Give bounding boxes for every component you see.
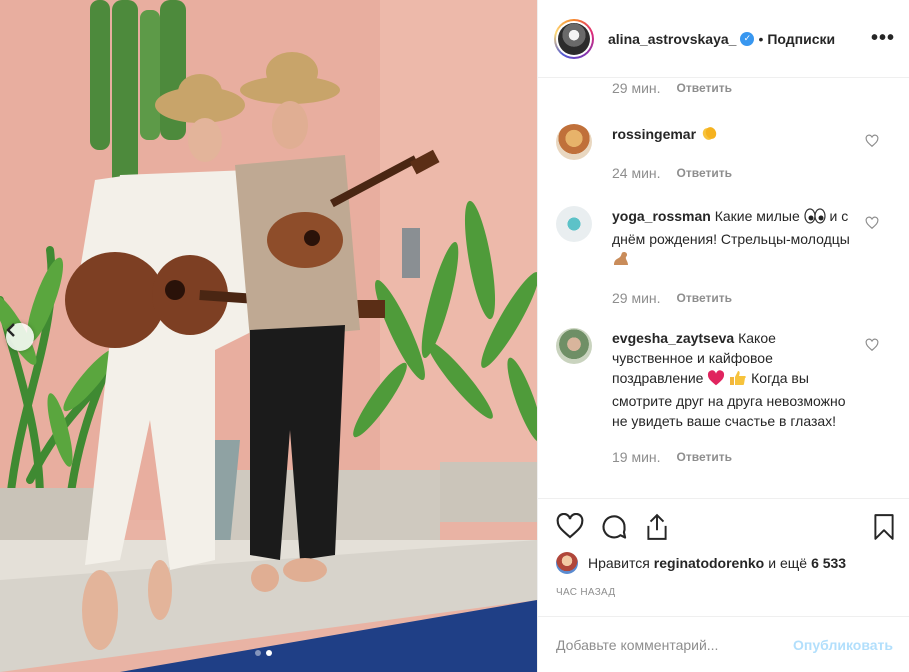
carousel-dot-active: [266, 650, 272, 656]
red-heart-icon: [707, 370, 725, 391]
chevron-left-icon: [6, 323, 15, 337]
comment-item: rossingemar 24 мин. Ответить: [556, 124, 909, 183]
commenter-username[interactable]: rossingemar: [612, 126, 696, 142]
likes-summary: Нравится reginatodorenko и ещё 6 533: [556, 552, 850, 574]
flexed-biceps-icon: [612, 251, 630, 272]
commenter-avatar[interactable]: [556, 124, 592, 160]
reply-button[interactable]: Ответить: [677, 447, 732, 467]
comment-text: Какие милые: [714, 208, 800, 224]
liker-avatar[interactable]: [556, 552, 578, 574]
comment-meta: 29 мин. Ответить: [612, 80, 732, 96]
post-timestamp[interactable]: ЧАС НАЗАД: [556, 587, 615, 598]
comment-item: evgesha_zaytseva Какое чувственное и кай…: [556, 328, 909, 467]
commenter-avatar[interactable]: [556, 328, 592, 364]
photo-illustration: [0, 0, 537, 672]
reply-button[interactable]: Ответить: [677, 81, 732, 95]
comment-item: yoga_rossman Какие милые и с днём рожден…: [556, 206, 909, 308]
following-button[interactable]: Подписки: [767, 31, 835, 47]
clapping-hands-icon: [700, 124, 718, 147]
reply-button[interactable]: Ответить: [677, 288, 732, 308]
thumbs-up-icon: [729, 370, 747, 391]
post-sidebar: alina_astrovskaya_ ✓ • Подписки ••• 29 м…: [537, 0, 909, 672]
add-comment-bar: Добавьте комментарий... Опубликовать: [538, 616, 909, 672]
comment-input[interactable]: Добавьте комментарий...: [556, 637, 793, 653]
more-options-icon[interactable]: •••: [871, 27, 895, 50]
header-separator: •: [758, 30, 764, 47]
comment-time: 24 мин.: [612, 165, 661, 181]
comments-list: 29 мин. Ответить rossingemar 24 мин. Отв…: [538, 78, 909, 498]
author-username[interactable]: alina_astrovskaya_: [608, 31, 736, 47]
comment-meta: 19 мин. Ответить: [612, 447, 860, 467]
likes-prefix: Нравится: [588, 555, 650, 571]
post-modal: alina_astrovskaya_ ✓ • Подписки ••• 29 м…: [0, 0, 909, 672]
reply-button[interactable]: Ответить: [677, 163, 732, 183]
verified-badge-icon: ✓: [740, 31, 755, 46]
like-heart-icon[interactable]: [556, 513, 584, 539]
comment-time: 29 мин.: [612, 80, 661, 96]
comment-meta: 29 мин. Ответить: [612, 288, 860, 308]
post-header: alina_astrovskaya_ ✓ • Подписки •••: [538, 0, 909, 78]
bookmark-icon[interactable]: [873, 513, 895, 541]
commenter-username[interactable]: yoga_rossman: [612, 208, 711, 224]
comment-bubble-icon[interactable]: [600, 513, 628, 541]
like-comment-heart-icon[interactable]: [865, 134, 879, 148]
commenter-avatar[interactable]: [556, 206, 592, 242]
previous-slide-button[interactable]: [6, 323, 34, 351]
liker-username[interactable]: reginatodorenko: [654, 555, 764, 571]
commenter-username[interactable]: evgesha_zaytseva: [612, 330, 734, 346]
comment-time: 19 мин.: [612, 449, 661, 465]
like-comment-heart-icon[interactable]: [865, 216, 879, 230]
likes-count[interactable]: 6 533: [811, 555, 846, 571]
carousel-dot: [255, 650, 261, 656]
publish-button[interactable]: Опубликовать: [793, 637, 893, 653]
eyes-icon: [804, 208, 826, 229]
like-comment-heart-icon[interactable]: [865, 338, 879, 352]
comment-meta: 24 мин. Ответить: [612, 163, 860, 183]
action-icons-row: [556, 513, 895, 543]
post-photo[interactable]: [0, 0, 537, 672]
carousel-indicator: [255, 650, 272, 656]
comment-time: 29 мин.: [612, 290, 661, 306]
share-upload-icon[interactable]: [644, 513, 670, 541]
likes-suffix: и ещё: [768, 555, 808, 571]
author-avatar[interactable]: [554, 18, 594, 59]
post-actions: Нравится reginatodorenko и ещё 6 533 ЧАС…: [538, 498, 909, 616]
